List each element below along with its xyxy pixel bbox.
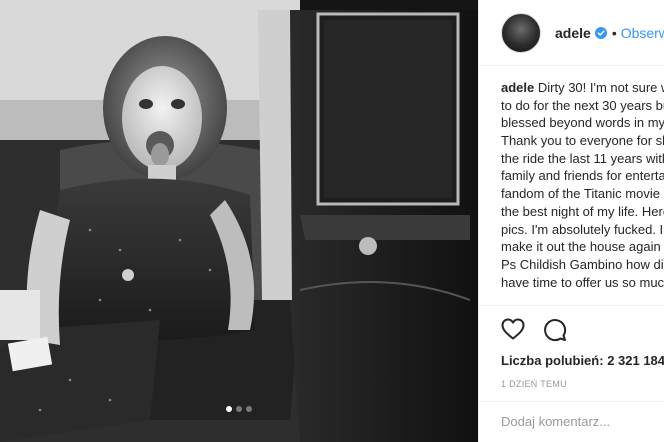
avatar[interactable] [501,12,541,53]
caption-text: pics. I'm absolutely fucked. I may not [501,221,664,237]
username-link[interactable]: adele [555,25,591,41]
caption-text: fandom of the Titanic movie and giving [501,186,664,202]
caption-text: blessed beyond words in my first 30. [501,115,664,131]
post-date: 1 DZIEŃ TEMU [501,379,567,389]
caption-line: make it out the house again for a bit. [501,238,664,256]
caption-text: family and friends for entertaining my [501,168,664,184]
caption-text: Ps Childish Gambino how did you [501,256,664,272]
comment-input[interactable] [501,414,661,429]
caption-line: Ps Childish Gambino how did you [501,256,664,274]
caption-line: the best night of my life. Here's some [501,203,664,221]
post-sidebar: adele • Obserwuj adele Dirty 30! I'm not… [478,0,664,442]
post-caption: adele Dirty 30! I'm not sure what I'm go… [501,79,664,291]
caption-text: the ride the last 11 years with me. My [501,150,664,166]
verified-badge-icon [594,26,607,39]
carousel-indicator [0,406,478,412]
caption-line: adele Dirty 30! I'm not sure what I'm go… [501,79,664,97]
photo-image [0,0,478,442]
comment-icon[interactable] [543,318,567,342]
likes-number: 2 321 184 [607,353,664,368]
caption-line: pics. I'm absolutely fucked. I may not [501,221,664,239]
post-actions: Liczba polubień: 2 321 184 1 DZIEŃ TEMU [479,305,664,441]
caption-line: blessed beyond words in my first 30. [501,114,664,132]
caption-text: have time to offer us so much more [501,274,664,290]
caption-line: the ride the last 11 years with me. My [501,150,664,168]
follow-button[interactable]: Obserwuj [621,25,664,41]
carousel-dot[interactable] [226,406,232,412]
likes-count[interactable]: Liczba polubień: 2 321 184 [501,353,664,368]
caption-text: Dirty 30! I'm not sure what I'm going [537,80,664,95]
caption-text: make it out the house again for a bit. [501,239,664,255]
caption-line: family and friends for entertaining my [501,167,664,185]
post-photo[interactable] [0,0,478,442]
caption-text: to do for the next 30 years but I feel [501,97,664,113]
caption-text: Thank you to everyone for sharing [501,133,664,149]
post-header: adele • Obserwuj [479,0,664,66]
caption-line: to do for the next 30 years but I feel [501,97,664,115]
caption-line: have time to offer us so much more [501,274,664,292]
separator-dot: • [611,24,617,41]
carousel-dot[interactable] [236,406,242,412]
caption-username[interactable]: adele [501,80,534,95]
instagram-post: adele • Obserwuj adele Dirty 30! I'm not… [0,0,664,442]
carousel-dot[interactable] [246,406,252,412]
caption-line: Thank you to everyone for sharing [501,132,664,150]
heart-icon[interactable] [501,318,525,340]
comment-box [479,401,664,442]
likes-label: Liczba polubień: [501,353,604,368]
caption-text: the best night of my life. Here's some [501,203,664,219]
caption-line: fandom of the Titanic movie and giving [501,185,664,203]
